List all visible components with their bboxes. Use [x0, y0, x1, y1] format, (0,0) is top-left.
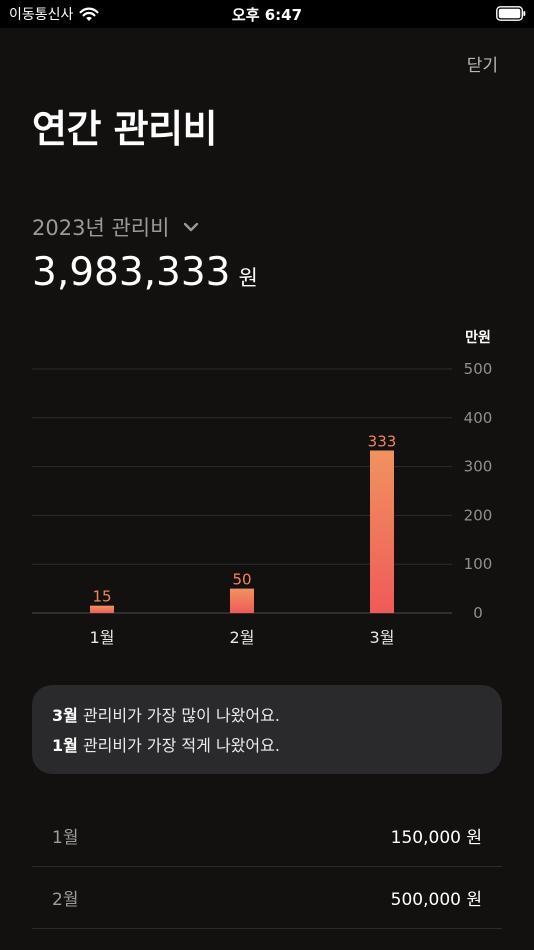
insight-most-text: 관리비가 가장 많이 나왔어요.	[77, 706, 280, 725]
battery-icon	[496, 6, 526, 21]
insight-most-month: 3월	[52, 706, 78, 725]
month-amount: 150,000 원	[390, 828, 482, 848]
y-tick-label: 300	[464, 458, 493, 476]
month-list: 1월 150,000 원 2월 500,000 원	[32, 805, 502, 929]
y-tick-label: 500	[464, 360, 493, 378]
year-selector[interactable]: 2023년 관리비	[32, 212, 199, 242]
x-tick-label: 2월	[230, 628, 255, 647]
insight-card: 3월 관리비가 가장 많이 나왔어요. 1월 관리비가 가장 적게 나왔어요.	[32, 685, 502, 774]
y-tick-label: 200	[464, 506, 493, 524]
chevron-down-icon	[184, 222, 199, 232]
total-row: 3,983,333 원	[32, 250, 258, 295]
status-bar: 이동통신사 오후 6:47	[0, 0, 534, 28]
x-tick-label: 3월	[370, 628, 395, 647]
insight-least-text: 관리비가 가장 적게 나왔어요.	[77, 736, 280, 755]
clock: 오후 6:47	[231, 6, 303, 24]
bar-value-label: 15	[92, 588, 111, 606]
close-button[interactable]: 닫기	[467, 51, 498, 76]
bar	[230, 588, 254, 613]
list-item: 2월 500,000 원	[32, 867, 502, 929]
list-item: 1월 150,000 원	[32, 805, 502, 867]
bar	[90, 605, 114, 613]
x-tick-label: 1월	[90, 628, 115, 647]
insight-least: 1월 관리비가 가장 적게 나왔어요.	[52, 731, 482, 761]
page-title: 연간 관리비	[32, 107, 218, 151]
y-tick-label: 0	[473, 604, 483, 622]
insight-least-month: 1월	[52, 736, 78, 755]
bar-chart: 만원 500 400 300 200 100 0 15 1월 50 2월 333 3월	[32, 330, 493, 647]
bar-value-label: 333	[368, 432, 397, 450]
total-amount: 3,983,333	[32, 250, 231, 295]
month-name: 1월	[52, 828, 79, 848]
month-name: 2월	[52, 890, 79, 910]
y-tick-label: 100	[464, 555, 493, 573]
bar	[370, 450, 394, 613]
year-selector-label: 2023년 관리비	[32, 216, 170, 240]
bar-value-label: 50	[232, 571, 251, 589]
insight-most: 3월 관리비가 가장 많이 나왔어요.	[52, 701, 482, 731]
y-tick-label: 400	[464, 409, 493, 427]
month-amount: 500,000 원	[390, 890, 482, 910]
y-unit-label: 만원	[465, 330, 491, 346]
total-unit: 원	[238, 266, 258, 290]
